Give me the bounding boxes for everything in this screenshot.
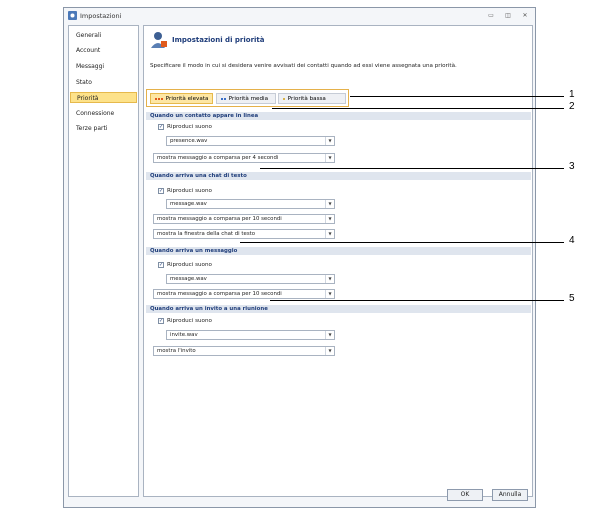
priority-dot-icon — [155, 97, 157, 100]
restore-icon[interactable]: ◫ — [502, 11, 514, 21]
priority-dot-icon — [221, 97, 223, 100]
tab-label: Priorità elevata — [165, 96, 209, 102]
callout-line — [260, 168, 564, 169]
sound-select[interactable]: invite.wav ▼ — [166, 330, 335, 340]
play-sound-checkbox[interactable]: ✓ — [158, 262, 164, 268]
sound-select[interactable]: presence.wav ▼ — [166, 136, 335, 146]
checkbox-label: Riproduci suono — [167, 262, 212, 268]
sound-select[interactable]: message.wav ▼ — [166, 199, 335, 209]
tab-label: Priorità bassa — [287, 96, 326, 102]
page-title: Impostazioni di priorità — [172, 36, 265, 44]
close-icon[interactable]: ✕ — [519, 11, 531, 21]
select-value: message.wav — [170, 276, 207, 282]
sidebar: Generali Account Messaggi Stato Priorità… — [68, 25, 139, 497]
tab-label: Priorità media — [228, 96, 269, 102]
play-sound-checkbox[interactable]: ✓ — [158, 318, 164, 324]
callout-line — [240, 242, 564, 243]
section-header: Quando arriva un invito a una riunione — [146, 305, 531, 313]
sidebar-item-stato[interactable]: Stato — [70, 77, 137, 88]
sidebar-item-connessione[interactable]: Connessione — [70, 108, 137, 119]
settings-window: Impostazioni ▭ ◫ ✕ Generali Account Mess… — [63, 7, 536, 508]
chevron-down-icon: ▼ — [325, 200, 334, 208]
checkbox-label: Riproduci suono — [167, 124, 212, 130]
page-description: Specificare il modo in cui si desidera v… — [150, 63, 457, 69]
section-title: Quando arriva una chat di testo — [150, 173, 247, 179]
window-title: Impostazioni — [80, 12, 122, 20]
notification-select[interactable]: mostra messaggio a comparsa per 10 secon… — [153, 289, 335, 299]
callout-line — [270, 300, 564, 301]
title-bar[interactable]: Impostazioni ▭ ◫ ✕ — [64, 8, 535, 24]
callout-number: 4 — [569, 235, 575, 246]
chevron-down-icon: ▼ — [325, 347, 334, 355]
tab-priorita-media[interactable]: Priorità media — [216, 93, 276, 104]
select-value: message.wav — [170, 201, 207, 207]
settings-app-icon — [68, 11, 77, 20]
callout-number: 3 — [569, 161, 575, 172]
callout-number: 1 — [569, 89, 575, 100]
cancel-button[interactable]: Annulla — [492, 489, 528, 501]
checkbox-label: Riproduci suono — [167, 188, 212, 194]
chevron-down-icon: ▼ — [325, 290, 334, 298]
sidebar-item-priorita[interactable]: Priorità — [70, 92, 137, 103]
chevron-down-icon: ▼ — [325, 215, 334, 223]
callout-line — [350, 96, 564, 97]
chat-window-select[interactable]: mostra la finestra della chat di testo ▼ — [153, 229, 335, 239]
sidebar-item-messaggi[interactable]: Messaggi — [70, 61, 137, 72]
select-value: presence.wav — [170, 138, 208, 144]
play-sound-checkbox[interactable]: ✓ — [158, 124, 164, 130]
chevron-down-icon: ▼ — [325, 331, 334, 339]
section-header: Quando un contatto appare in linea — [146, 112, 531, 120]
tab-priorita-bassa[interactable]: Priorità bassa — [278, 93, 346, 104]
callout-number: 5 — [569, 293, 575, 304]
play-sound-checkbox[interactable]: ✓ — [158, 188, 164, 194]
select-value: invite.wav — [170, 332, 198, 338]
priority-dot-icon — [283, 97, 285, 100]
section-header: Quando arriva un messaggio — [146, 247, 531, 255]
user-priority-icon — [150, 31, 168, 49]
priority-tabs: Priorità elevata Priorità media Priorità… — [146, 89, 349, 107]
callout-line — [272, 108, 564, 109]
section-header: Quando arriva una chat di testo — [146, 172, 531, 180]
sidebar-item-terze-parti[interactable]: Terze parti — [70, 123, 137, 134]
notification-select[interactable]: mostra messaggio a comparsa per 10 secon… — [153, 214, 335, 224]
notification-select[interactable]: mostra messaggio a comparsa per 4 second… — [153, 153, 335, 163]
section-title: Quando un contatto appare in linea — [150, 113, 259, 119]
select-value: mostra messaggio a comparsa per 4 second… — [157, 155, 279, 161]
tab-priorita-elevata[interactable]: Priorità elevata — [150, 93, 213, 104]
sidebar-item-generali[interactable]: Generali — [70, 30, 137, 41]
sidebar-item-account[interactable]: Account — [70, 45, 137, 56]
chevron-down-icon: ▼ — [325, 154, 334, 162]
checkbox-label: Riproduci suono — [167, 318, 212, 324]
select-value: mostra messaggio a comparsa per 10 secon… — [157, 216, 282, 222]
callout-number: 2 — [569, 101, 575, 112]
section-title: Quando arriva un messaggio — [150, 248, 238, 254]
sound-select[interactable]: message.wav ▼ — [166, 274, 335, 284]
chevron-down-icon: ▼ — [325, 230, 334, 238]
minimize-icon[interactable]: ▭ — [485, 11, 497, 21]
section-title: Quando arriva un invito a una riunione — [150, 306, 268, 312]
select-value: mostra l'invito — [157, 348, 196, 354]
ok-button[interactable]: OK — [447, 489, 483, 501]
chevron-down-icon: ▼ — [325, 137, 334, 145]
invite-select[interactable]: mostra l'invito ▼ — [153, 346, 335, 356]
select-value: mostra messaggio a comparsa per 10 secon… — [157, 291, 282, 297]
select-value: mostra la finestra della chat di testo — [157, 231, 256, 237]
chevron-down-icon: ▼ — [325, 275, 334, 283]
